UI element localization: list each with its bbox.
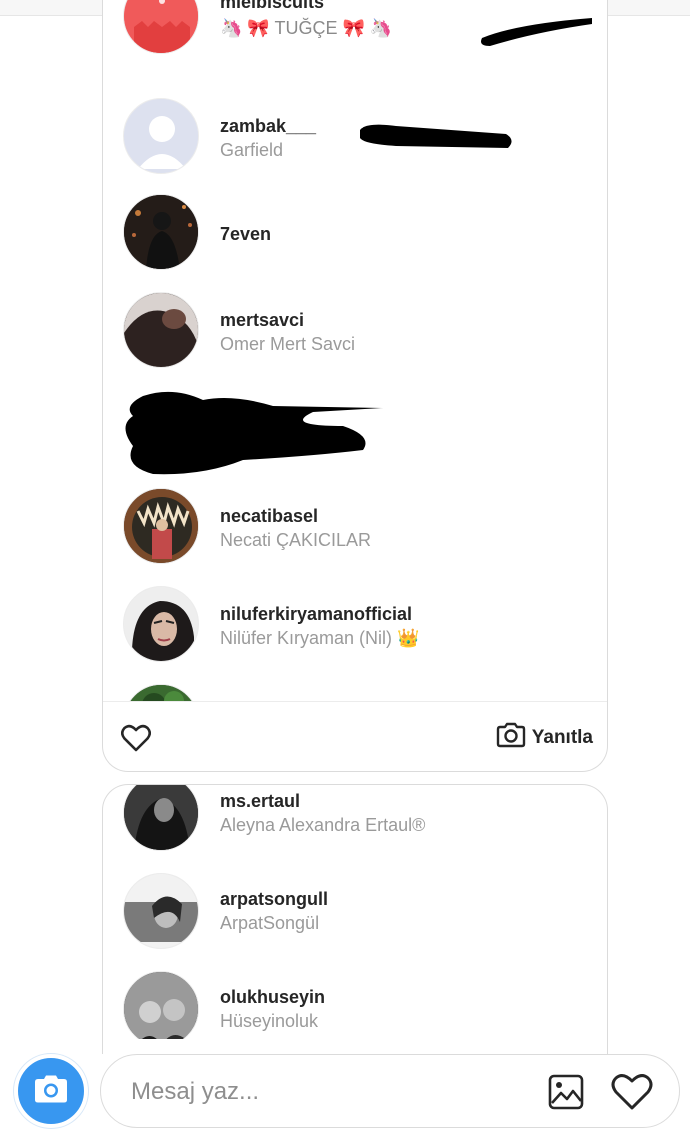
list-item[interactable]: arpatsongull ArpatSongül [103,873,607,953]
full-name: Aleyna Alexandra Ertaul® [220,815,426,835]
list-item[interactable]: olukhuseyin Hüseyinoluk [103,971,607,1039]
list-item-redacted[interactable] [103,386,607,486]
username[interactable]: ms.ertaul [220,791,300,812]
avatar[interactable] [123,292,199,368]
list-item[interactable]: zambak___ Garfield [103,98,607,178]
image-gallery-icon[interactable] [547,1073,585,1111]
username[interactable]: mielbiscuits [220,0,324,13]
full-name: Garfield [220,140,284,160]
redaction-scribble [360,124,512,148]
username[interactable]: arpatsongull [220,889,328,910]
username[interactable]: 7even [220,224,271,245]
avatar[interactable] [123,873,199,949]
full-name: 🦄 🎀 TUĞÇE 🎀 🦄 [220,18,393,38]
default-user-avatar-icon[interactable] [123,98,199,174]
redaction-scribble [125,391,383,475]
camera-icon [496,722,526,754]
avatar[interactable] [123,971,199,1039]
list-item[interactable]: mertsavci Omer Mert Savci [103,292,607,372]
viewers-card-2: ms.ertaul Aleyna Alexandra Ertaul® arpat… [102,784,608,1054]
full-name: ArpatSongül [220,913,320,933]
full-name: Hüseyinoluk [220,1011,319,1031]
list-item[interactable]: necatibasel Necati ÇAKICILAR [103,488,607,568]
list-item[interactable]: niluferkiryamanofficial Nilüfer Kıryaman… [103,586,607,666]
viewers-card: mielbiscuits 🦄 🎀 TUĞÇE 🎀 🦄 zambak___ Gar… [102,0,608,772]
full-name: Nilüfer Kıryaman (Nil) 👑 [220,628,420,648]
camera-icon [33,1074,69,1109]
username[interactable]: niluferkiryamanofficial [220,604,412,625]
heart-icon[interactable] [120,724,152,752]
avatar[interactable] [123,586,199,662]
viewers-list-2[interactable]: ms.ertaul Aleyna Alexandra Ertaul® arpat… [103,785,607,1039]
card-footer: Yanıtla [103,701,607,771]
avatar[interactable] [123,684,199,702]
reply-label: Yanıtla [531,727,593,748]
avatar[interactable] [123,488,199,564]
list-item[interactable]: ms.ertaul Aleyna Alexandra Ertaul® [103,785,607,855]
message-composer-bar [0,1054,690,1140]
list-item-partial[interactable] [103,684,607,702]
avatar[interactable] [123,785,199,851]
heart-icon[interactable] [611,1073,653,1111]
username[interactable]: olukhuseyin [220,987,325,1008]
full-name: Omer Mert Savci [220,334,356,354]
list-item[interactable]: 7even [103,194,607,274]
full-name: Necati ÇAKICILAR [220,530,372,550]
reply-button[interactable]: Yanıtla [496,722,593,754]
username[interactable]: necatibasel [220,506,318,527]
camera-button[interactable] [14,1054,88,1128]
avatar[interactable] [123,0,199,54]
avatar[interactable] [123,194,199,270]
username[interactable]: zambak___ [220,116,316,137]
viewers-list[interactable]: mielbiscuits 🦄 🎀 TUĞÇE 🎀 🦄 zambak___ Gar… [103,0,607,702]
username[interactable]: mertsavci [220,310,304,331]
message-input[interactable] [131,1075,531,1109]
redaction-scribble [481,18,592,46]
message-box [100,1054,680,1128]
